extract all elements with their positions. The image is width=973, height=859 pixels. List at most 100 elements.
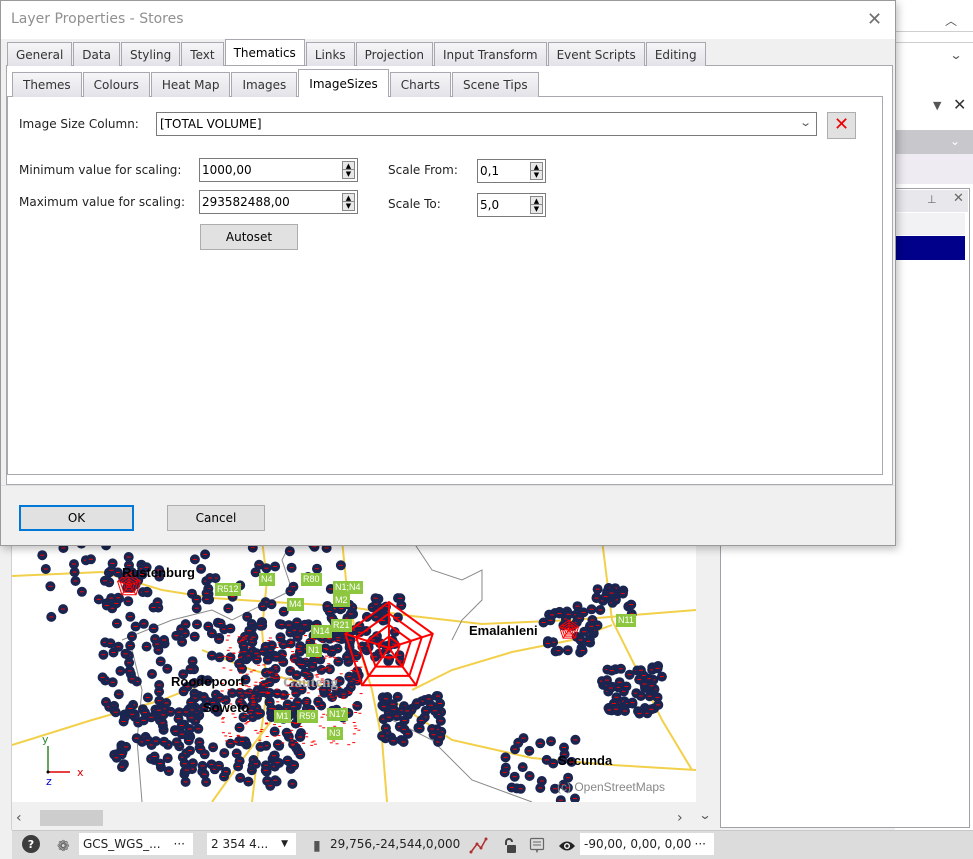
tab-styling[interactable]: Styling [120,42,181,66]
store-marker [237,636,241,638]
min-scaling-input[interactable]: 1000,00 ▲ ▼ [199,158,358,182]
store-marker [291,654,295,656]
spin-up-icon[interactable]: ▲ [531,163,542,171]
scale-to-value: 5,0 [480,198,500,212]
tab-links[interactable]: Links [305,42,355,66]
image-size-column-select[interactable]: [TOTAL VOLUME] ⌄ [156,112,817,136]
road-badge: M2 [333,594,350,607]
crs-more-button[interactable]: ··· [174,837,185,851]
tab-projection[interactable]: Projection [355,42,433,66]
min-scaling-spinner[interactable]: ▲ ▼ [342,161,355,179]
clear-column-button[interactable]: ✕ [827,112,856,139]
spin-down-icon[interactable]: ▼ [343,170,354,178]
globe-icon[interactable]: ❁ [57,835,70,857]
scroll-down-icon[interactable]: ⌄ [698,808,711,822]
store-marker [292,692,296,694]
tab-thematics[interactable]: Thematics [224,39,305,65]
spin-down-icon[interactable]: ▼ [531,205,542,213]
subtab-themes[interactable]: Themes [12,72,82,97]
spin-up-icon[interactable]: ▲ [531,197,542,205]
tab-data[interactable]: Data [73,42,120,66]
store-marker [247,646,251,648]
subtab-imagesizes[interactable]: ImageSizes [298,69,389,97]
scrollbar-thumb[interactable] [40,810,103,826]
scale-from-input[interactable]: 0,1 ▲ ▼ [477,159,546,183]
subtab-charts[interactable]: Charts [389,72,451,97]
store-marker [264,723,268,725]
spin-up-icon[interactable]: ▲ [343,162,354,170]
max-scaling-spinner[interactable]: ▲ ▼ [342,193,355,211]
subtab-colours[interactable]: Colours [82,72,150,97]
subtab-scene-tips[interactable]: Scene Tips [452,72,539,97]
store-marker [318,725,322,727]
tab-text[interactable]: Text [181,42,224,66]
store-marker [242,636,246,638]
help-icon[interactable]: ? [22,835,40,853]
tab-general[interactable]: General [7,42,73,66]
store-marker [251,696,255,698]
spin-down-icon[interactable]: ▼ [531,171,542,179]
store-marker [274,673,278,675]
store-marker [251,700,255,702]
chevron-down-icon[interactable]: ⌄ [950,134,960,148]
list-item[interactable] [895,213,965,235]
store-marker [306,692,310,694]
ok-button[interactable]: OK [19,505,134,531]
store-marker [245,685,248,687]
autoset-button[interactable]: Autoset [200,224,298,250]
store-marker [238,651,242,653]
scale-dropdown[interactable]: 2 354 4... ▼ [207,833,296,855]
panel-dropdown-icon[interactable]: ▼ [933,99,941,112]
chevron-up-icon[interactable]: ︿ [945,12,957,29]
scroll-right-icon[interactable]: › [677,810,683,826]
pin-icon[interactable]: ⊥ [927,193,937,206]
scale-to-spinner[interactable]: ▲ ▼ [530,196,543,214]
store-marker [264,682,268,684]
chevron-down-icon[interactable]: ⌄ [799,116,812,129]
store-marker [225,740,229,742]
cancel-button[interactable]: Cancel [167,505,265,531]
subtab-images[interactable]: Images [231,72,298,97]
close-icon[interactable]: ✕ [867,9,882,30]
spin-up-icon[interactable]: ▲ [343,194,354,202]
chevron-down-icon[interactable]: ⌄ [949,48,962,62]
store-marker [305,699,309,701]
scale-from-spinner[interactable]: ▲ ▼ [530,162,543,180]
lock-icon[interactable] [503,835,517,857]
crs-field[interactable]: GCS_WGS_... ··· [79,833,193,855]
store-marker [306,640,310,641]
path-tool-icon[interactable] [469,834,489,856]
rotation-more-button[interactable]: ··· [695,837,706,851]
scale-value: 2 354 4... [211,837,269,851]
horizontal-scrollbar[interactable] [12,808,696,828]
close-icon[interactable]: ✕ [953,191,964,206]
max-scaling-input[interactable]: 293582488,00 ▲ ▼ [199,190,358,214]
map-label-gauteng: Gauteng [283,675,339,691]
scroll-left-icon[interactable]: ‹ [16,810,22,826]
store-marker [297,663,301,665]
scale-to-input[interactable]: 5,0 ▲ ▼ [477,193,546,217]
spin-down-icon[interactable]: ▼ [343,202,354,210]
tab-editing[interactable]: Editing [645,42,706,66]
note-icon[interactable] [529,834,545,856]
rotation-field[interactable]: -90,00, 0,00, 0,00 ··· [580,833,714,855]
store-marker [228,732,231,734]
list-item-selected[interactable] [895,236,965,260]
panel-close-icon[interactable]: ✕ [953,95,966,114]
tab-input-transform[interactable]: Input Transform [433,42,547,66]
axis-origin [46,770,50,774]
road-badge: N11 [616,614,636,627]
store-marker [310,744,314,746]
chevron-down-icon[interactable]: ▼ [281,839,288,849]
tab-event-scripts[interactable]: Event Scripts [547,42,645,66]
vertical-scrollbar[interactable] [696,540,720,830]
store-marker [337,640,340,642]
store-marker [259,730,263,732]
store-marker [355,661,359,662]
subtab-heat-map[interactable]: Heat Map [150,72,231,97]
store-marker [248,712,252,714]
store-marker [352,742,356,744]
store-marker [229,669,233,671]
eye-icon[interactable] [558,835,576,857]
store-marker [348,692,352,694]
